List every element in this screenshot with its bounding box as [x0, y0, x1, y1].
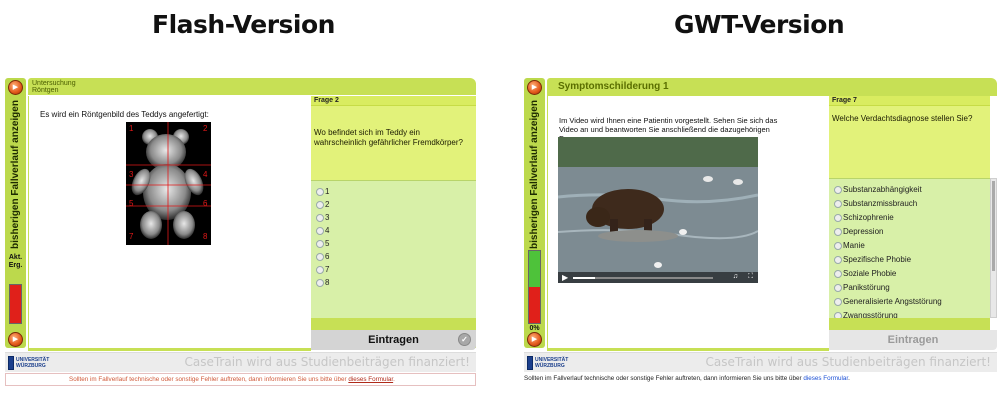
answer-option[interactable]: Soziale Phobie	[829, 267, 990, 281]
fullscreen-icon[interactable]: ⛶	[748, 273, 753, 281]
gwt-error-form-link[interactable]: dieses Formular	[803, 375, 848, 382]
answer-option[interactable]: 7	[311, 263, 476, 276]
flash-funding-note: CaseTrain wird aus Studienbeiträgen fina…	[184, 355, 470, 369]
answer-option[interactable]: 8	[311, 276, 476, 289]
university-logo: UNIVERSITÄT WÜRZBURG	[8, 355, 53, 371]
orange-circle-arrow-icon[interactable]: ▶	[527, 80, 542, 95]
flash-question-header: Frage 2	[311, 96, 476, 106]
xray-region-label: 8	[203, 232, 208, 241]
answer-option[interactable]: Spezifische Phobie	[829, 253, 990, 267]
flash-sidebar: ▶ bisherigen Fallverlauf anzeigen Akt. E…	[5, 78, 26, 348]
flash-content-text: Es wird ein Röntgenbild des Teddys angef…	[40, 110, 209, 119]
gwt-meter-red	[529, 287, 540, 323]
gwt-submit-button[interactable]: Eintragen	[829, 330, 997, 350]
gwt-answer-scrollbar[interactable]	[990, 178, 997, 318]
flash-result-meter	[9, 284, 22, 324]
video-seek-bar[interactable]	[573, 277, 713, 279]
flash-title-line1: Untersuchung	[32, 80, 76, 87]
flash-question-text: Wo befindet sich im Teddy ein wahrschein…	[314, 128, 463, 147]
gwt-meter-green	[529, 251, 540, 287]
flash-title-line2: Röntgen	[32, 87, 59, 94]
gwt-error-note-end: .	[848, 375, 850, 382]
university-logo: UNIVERSITÄT WÜRZBURG	[527, 355, 572, 371]
video-progress-fill	[573, 277, 596, 279]
flash-answer-list: 1 2 3 4 5 6 7 8	[311, 180, 476, 318]
flash-error-note-text: Sollten im Fallverlauf technische oder s…	[69, 376, 349, 383]
gwt-question-text: Welche Verdachtsdiagnose stellen Sie?	[832, 114, 973, 123]
flash-app-screenshot: ▶ bisherigen Fallverlauf anzeigen Akt. E…	[5, 78, 476, 417]
xray-region-label: 5	[129, 199, 134, 208]
gwt-content-bottom-bar	[547, 348, 829, 351]
answer-option[interactable]: Generalisierte Angststörung	[829, 295, 990, 309]
answer-option[interactable]: Manie	[829, 239, 990, 253]
flash-error-note-end: .	[393, 376, 395, 383]
answer-option[interactable]: 1	[311, 185, 476, 198]
flash-content-area: Es wird ein Röntgenbild des Teddys angef…	[28, 96, 311, 348]
flash-question-panel: Frage 2 Wo befindet sich im Teddy ein wa…	[311, 96, 476, 348]
xray-region-label: 7	[129, 232, 134, 241]
answer-option[interactable]: Substanzabhängigkeit	[829, 183, 990, 197]
answer-option[interactable]: 2	[311, 198, 476, 211]
play-icon[interactable]: ▶	[562, 273, 568, 282]
flash-funding-strip: UNIVERSITÄT WÜRZBURG CaseTrain wird aus …	[5, 352, 476, 372]
flash-submit-button[interactable]: Eintragen ✓	[311, 330, 476, 350]
answer-option[interactable]: 3	[311, 211, 476, 224]
gwt-question-header: Frage 7	[829, 96, 990, 106]
gwt-submit-label: Eintragen	[887, 334, 939, 346]
xray-region-label: 3	[129, 170, 134, 179]
gwt-sidebar-history-toggle[interactable]: bisherigen Fallverlauf anzeigen	[525, 99, 544, 249]
gwt-funding-strip: UNIVERSITÄT WÜRZBURG CaseTrain wird aus …	[524, 352, 997, 372]
flash-content-bottom-bar	[28, 348, 311, 351]
gwt-answer-list: Substanzabhängigkeit Substanzmissbrauch …	[829, 178, 990, 318]
answer-option[interactable]: 6	[311, 250, 476, 263]
xray-region-label: 2	[203, 124, 208, 133]
gwt-title-bar: Symptomschilderung 1	[547, 78, 997, 96]
gwt-funding-note: CaseTrain wird aus Studienbeiträgen fina…	[705, 355, 991, 369]
volume-icon[interactable]: ♫	[733, 273, 738, 280]
flash-meter-label: Akt. Erg.	[8, 254, 23, 269]
xray-region-label: 4	[203, 170, 208, 179]
logo-text: UNIVERSITÄT WÜRZBURG	[16, 357, 50, 369]
answer-option[interactable]: 4	[311, 224, 476, 237]
scrollbar-thumb[interactable]	[992, 181, 995, 271]
gwt-sidebar-label: bisherigen Fallverlauf anzeigen	[529, 99, 540, 249]
gwt-video-player[interactable]: ▶ ♫ ⛶	[558, 137, 758, 283]
flash-sidebar-label: bisherigen Fallverlauf anzeigen	[10, 99, 21, 249]
gwt-title: Symptomschilderung 1	[558, 81, 669, 92]
answer-option[interactable]: Schizophrenie	[829, 211, 990, 225]
flash-meter-red	[10, 285, 21, 323]
orange-circle-arrow-icon[interactable]: ▶	[8, 332, 23, 347]
gwt-result-meter	[528, 250, 541, 324]
flash-version-heading: Flash-Version	[152, 10, 335, 39]
answer-option[interactable]: Zwangsstörung	[829, 309, 990, 318]
teddy-xray-graphic	[126, 122, 211, 245]
university-seal-icon	[527, 356, 534, 370]
xray-region-label: 1	[129, 124, 134, 133]
answer-option[interactable]: Panikstörung	[829, 281, 990, 295]
answer-option[interactable]: 5	[311, 237, 476, 250]
logo-text: UNIVERSITÄT WÜRZBURG	[535, 357, 569, 369]
circle-check-icon: ✓	[458, 333, 471, 346]
flash-submit-label: Eintragen	[368, 334, 419, 346]
orange-circle-arrow-icon[interactable]: ▶	[527, 332, 542, 347]
video-controls: ▶ ♫ ⛶	[558, 272, 758, 283]
gwt-error-note: Sollten im Fallverlauf technische oder s…	[524, 375, 850, 382]
gwt-content-area: Im Video wird Ihnen eine Patientin vorge…	[547, 96, 829, 348]
answer-option[interactable]: Substanzmissbrauch	[829, 197, 990, 211]
university-seal-icon	[8, 356, 15, 370]
flash-error-note-box: Sollten im Fallverlauf technische oder s…	[5, 373, 476, 386]
gwt-question-panel: Frage 7 Welche Verdachtsdiagnose stellen…	[829, 96, 990, 348]
flash-xray-image: 1 2 3 4 5 6 7 8	[126, 122, 211, 245]
bear-video-frame	[558, 137, 758, 283]
xray-region-label: 6	[203, 199, 208, 208]
orange-circle-arrow-icon[interactable]: ▶	[8, 80, 23, 95]
gwt-sidebar: ▶ bisherigen Fallverlauf anzeigen 0% ▶	[524, 78, 545, 348]
answer-option[interactable]: Depression	[829, 225, 990, 239]
flash-error-form-link[interactable]: dieses Formular	[348, 376, 393, 383]
gwt-version-heading: GWT-Version	[674, 10, 845, 39]
gwt-app-screenshot: ▶ bisherigen Fallverlauf anzeigen 0% ▶ S…	[524, 78, 997, 417]
flash-title-bar: Untersuchung Röntgen	[28, 78, 476, 95]
flash-sidebar-history-toggle[interactable]: bisherigen Fallverlauf anzeigen	[6, 99, 25, 249]
gwt-error-note-text: Sollten im Fallverlauf technische oder s…	[524, 375, 804, 382]
